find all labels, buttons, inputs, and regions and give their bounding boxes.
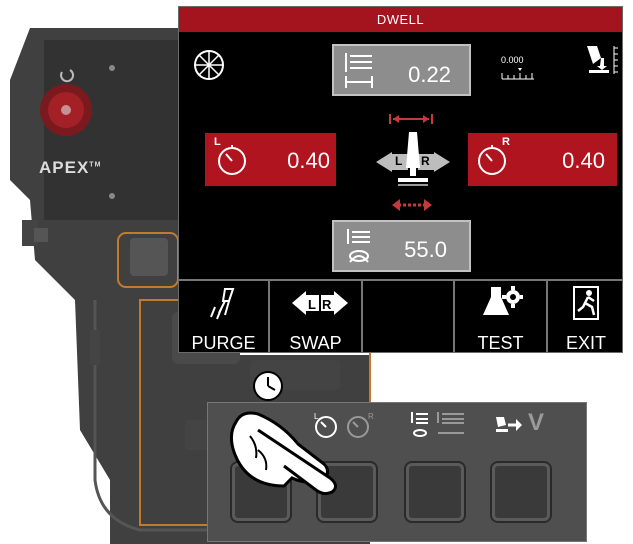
left-dwell-value: 0.40 (287, 148, 330, 173)
ruler-icon (501, 68, 534, 80)
left-side-letter: L (214, 136, 221, 148)
exit-label: EXIT (565, 333, 606, 353)
purge-button[interactable]: PURGE (179, 281, 270, 353)
swap-label: SWAP (289, 333, 342, 353)
stick-out-value: 0.22 (408, 62, 451, 87)
v-label: V (528, 409, 545, 436)
wheel-icon[interactable] (193, 49, 225, 81)
width-arrow-icon (389, 114, 433, 124)
svg-text:R: R (368, 412, 374, 421)
empty-toolbar-slot (363, 281, 455, 352)
weave-width-field[interactable]: 55.0 (332, 220, 471, 272)
page-title: DWELL (179, 7, 622, 32)
swap-icon: L R (292, 291, 348, 315)
torch-right-letter: R (421, 154, 430, 168)
svg-text:L: L (308, 297, 316, 312)
center-torch-graphic: L R (372, 110, 454, 215)
torch-left-letter: L (395, 154, 403, 168)
right-dwell-value: 0.40 (562, 148, 605, 173)
test-label: TEST (477, 333, 524, 353)
pointing-hand-timer-icon (229, 371, 337, 496)
oscillation-arrow-icon (392, 199, 432, 211)
pendant-brand: APEXTM (39, 158, 102, 177)
screen-toolbar: PURGE L R SWAP TEST EXIT (179, 279, 622, 353)
purge-label: PURGE (191, 333, 256, 353)
svg-text:R: R (322, 297, 332, 312)
right-dwell-field[interactable]: R 0.40 (468, 133, 617, 186)
weave-stick-icon (411, 412, 464, 437)
stick-out-field[interactable]: 0.22 (332, 44, 471, 96)
purge-icon (210, 288, 235, 320)
left-dwell-field[interactable]: L 0.40 (205, 133, 336, 186)
flask-gear-icon (483, 286, 523, 315)
test-button[interactable]: TEST (455, 281, 548, 353)
exit-button[interactable]: EXIT (548, 281, 622, 353)
swap-button[interactable]: L R SWAP (270, 281, 363, 353)
weave-width-icon (347, 229, 370, 263)
hardware-button-4[interactable] (492, 463, 550, 521)
pendant-screen: DWELL 0.22 0.000 L 0.40 R 0.40 L R 55.0 … (178, 6, 623, 353)
exit-icon (573, 286, 599, 320)
torch-height-icon[interactable] (583, 44, 619, 78)
weave-width-value: 55.0 (404, 237, 447, 262)
hardware-button-3[interactable] (406, 463, 464, 521)
stick-out-icon (345, 53, 373, 88)
right-side-letter: R (502, 136, 510, 148)
scale-readout: 0.000 (501, 55, 535, 81)
torch-icon (376, 132, 450, 186)
